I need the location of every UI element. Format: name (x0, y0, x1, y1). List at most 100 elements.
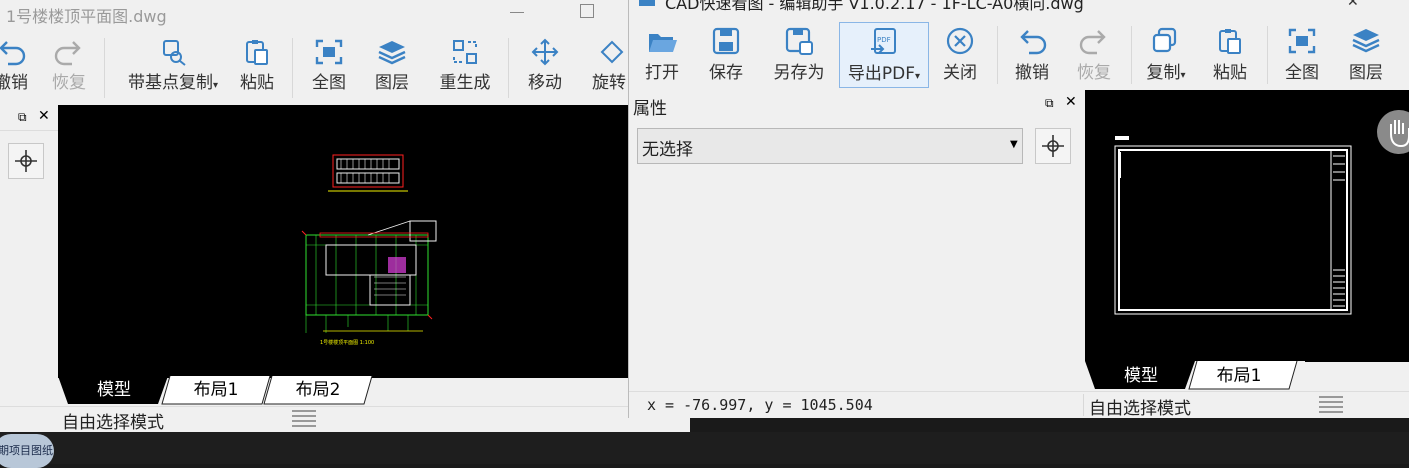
left-cad-window: 1号楼楼顶平面图.dwg 撤销 恢复 带基点复制▾ 粘贴 全图 图层 重生成 移… (0, 0, 690, 432)
right-copy-button[interactable]: 复制▾ (1141, 22, 1191, 88)
left-tab-model[interactable]: 模型 (74, 377, 154, 403)
open-button[interactable]: 打开 (637, 22, 687, 88)
export-pdf-icon: PDF (871, 28, 896, 54)
export-pdf-label: 导出PDF (847, 64, 916, 84)
left-copy-base-button[interactable]: 带基点复制▾ (118, 34, 228, 100)
close-panel-icon[interactable]: ✕ (38, 108, 50, 124)
right-redo-button[interactable]: 恢复 (1069, 22, 1119, 88)
taskbar (0, 432, 1409, 464)
left-status-text: 自由选择模式 (62, 413, 164, 432)
taskbar-item-label: 期项目图纸 (0, 444, 53, 457)
close-file-button[interactable]: 关闭 (935, 22, 985, 88)
left-tab-layout1[interactable]: 布局1 (176, 377, 256, 403)
right-layers-label: 图层 (1349, 63, 1383, 83)
close-panel-icon[interactable]: ✕ (1065, 94, 1077, 110)
export-pdf-button[interactable]: PDF 导出PDF▾ (839, 22, 929, 88)
selection-dropdown[interactable]: 无选择 ▼ (637, 128, 1023, 164)
left-undo-button[interactable]: 撤销 (0, 34, 36, 100)
undo-icon (1020, 30, 1047, 55)
pick-point-button[interactable] (1035, 128, 1071, 164)
copy-base-icon (163, 40, 186, 66)
left-regen-label: 重生成 (439, 73, 491, 93)
paste-icon (1219, 29, 1241, 54)
left-tab-layout2[interactable]: 布局2 (278, 377, 358, 403)
right-zoom-extents-label: 全图 (1285, 63, 1319, 83)
left-panel-header: ⧉ ✕ (0, 108, 58, 131)
rotate-icon (600, 40, 624, 64)
left-move-button[interactable]: 移动 (520, 34, 570, 100)
redo-icon (1079, 30, 1106, 55)
right-copy-label: 复制 (1146, 63, 1181, 83)
right-undo-button[interactable]: 撤销 (1007, 22, 1057, 88)
left-paste-label: 粘贴 (240, 73, 274, 93)
left-rotate-label: 旋转 (592, 73, 626, 93)
right-cad-window: CAD快速看图 - 编辑助手 V1.0.2.17 - 1F-LC-A0横向.dw… (628, 0, 1409, 418)
left-drawing-canvas[interactable]: 1号楼楼顶平面图 1:100 (58, 105, 688, 377)
right-drawing-canvas[interactable] (1085, 90, 1409, 362)
drawing-caption: 1号楼楼顶平面图 1:100 (320, 339, 374, 346)
save-as-label: 另存为 (773, 63, 825, 83)
maximize-button[interactable] (580, 4, 594, 18)
taskbar-item[interactable]: 期项目图纸 (0, 434, 54, 468)
right-paste-label: 粘贴 (1213, 63, 1247, 83)
right-tab-layout1[interactable]: 布局1 (1199, 363, 1279, 389)
float-panel-icon[interactable]: ⧉ (18, 110, 27, 125)
left-move-label: 移动 (528, 73, 562, 93)
zoom-extents-icon (315, 39, 343, 65)
status-menu-icon[interactable] (292, 410, 316, 428)
svg-text:PDF: PDF (877, 36, 891, 44)
crosshair-icon (15, 150, 37, 172)
floor-plan-drawing: 1号楼楼顶平面图 1:100 (301, 154, 437, 346)
save-label: 保存 (709, 63, 743, 83)
layers-icon (378, 41, 406, 65)
left-zoom-extents-button[interactable]: 全图 (304, 34, 354, 100)
save-icon (712, 27, 740, 55)
close-window-button[interactable]: ✕ (1347, 0, 1359, 10)
toolbar-separator (1131, 26, 1132, 84)
layers-icon (1352, 29, 1380, 53)
save-as-button[interactable]: 另存为 (767, 22, 831, 88)
right-paste-button[interactable]: 粘贴 (1205, 22, 1255, 88)
left-layers-button[interactable]: 图层 (367, 34, 417, 100)
left-redo-label: 恢复 (52, 73, 86, 93)
close-file-label: 关闭 (943, 63, 977, 83)
save-as-icon (785, 27, 813, 55)
redo-icon (54, 41, 81, 66)
right-tab-model[interactable]: 模型 (1101, 363, 1181, 389)
undo-icon (0, 41, 26, 66)
selection-value: 无选择 (642, 140, 693, 160)
open-folder-icon (649, 34, 677, 52)
left-paste-button[interactable]: 粘贴 (232, 34, 282, 100)
toolbar-separator (508, 38, 509, 98)
toolbar-separator (1267, 26, 1268, 84)
right-zoom-extents-button[interactable]: 全图 (1277, 22, 1327, 88)
zoom-extents-icon (1288, 28, 1316, 54)
properties-panel: 属性 ⧉ ✕ 无选择 ▼ (629, 90, 1083, 390)
left-redo-button[interactable]: 恢复 (44, 34, 94, 100)
status-menu-icon[interactable] (1319, 396, 1343, 414)
copy-icon (1152, 27, 1177, 53)
minimize-button[interactable] (510, 12, 524, 13)
regen-icon (453, 40, 477, 64)
left-rotate-button[interactable]: 旋转 (584, 34, 634, 100)
left-layers-label: 图层 (375, 73, 409, 93)
float-panel-icon[interactable]: ⧉ (1045, 96, 1054, 111)
app-logo-icon (639, 0, 655, 6)
close-circle-icon (946, 27, 974, 55)
right-redo-label: 恢复 (1077, 63, 1111, 83)
save-button[interactable]: 保存 (701, 22, 751, 88)
left-copy-base-label: 带基点复制 (127, 73, 213, 93)
pan-hand-button[interactable] (1377, 110, 1409, 154)
chevron-down-icon: ▼ (1010, 139, 1018, 150)
right-layers-button[interactable]: 图层 (1341, 22, 1391, 88)
pick-point-button[interactable] (8, 143, 44, 179)
left-zoom-extents-label: 全图 (312, 73, 346, 93)
left-window-title: 1号楼楼顶平面图.dwg (6, 7, 167, 26)
move-icon (531, 38, 559, 66)
right-status-text: 自由选择模式 (1089, 399, 1191, 418)
open-label: 打开 (645, 63, 679, 83)
status-separator (1083, 394, 1084, 416)
left-regen-button[interactable]: 重生成 (432, 34, 498, 100)
left-undo-label: 撤销 (0, 73, 28, 93)
a0-frame-drawing (1114, 136, 1352, 315)
